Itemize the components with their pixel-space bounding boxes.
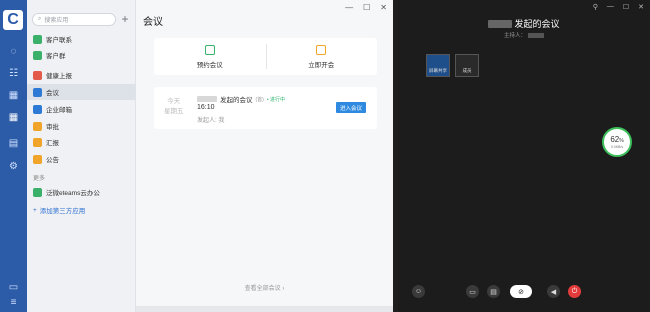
window-controls: — ☐ ✕ xyxy=(345,3,387,12)
sidebar-item-customer-group[interactable]: 客户群 xyxy=(27,47,135,63)
meeting-window-controls: ⚲ — ☐ ✕ xyxy=(593,3,644,11)
close-icon[interactable]: ✕ xyxy=(638,3,644,11)
meeting-status: • 进行中 xyxy=(266,96,285,103)
docs-icon[interactable]: ▤ xyxy=(7,137,20,150)
schedule-meeting-button[interactable]: 预约会议 xyxy=(154,38,266,75)
app-logo[interactable]: C xyxy=(3,10,23,30)
note-icon[interactable]: ▭ xyxy=(7,281,20,294)
sidebar-item-mail[interactable]: 企业邮箱 xyxy=(27,101,135,117)
start-meeting-button[interactable]: 立即开会 xyxy=(265,38,378,75)
meeting-card[interactable]: 今天 星期五 发起的会议 (首) • 进行中 16:10 发起人: 我 进入会议 xyxy=(154,87,377,129)
meeting-window: ⚲ — ☐ ✕ 发起的会议 主持人： 屏幕共享 成员 62% 0.0KB/s ☺… xyxy=(398,0,650,312)
close-icon[interactable]: ✕ xyxy=(380,3,387,12)
redacted-host xyxy=(528,32,544,38)
workbench-icon[interactable]: ▦ xyxy=(7,111,20,124)
minimize-icon[interactable]: — xyxy=(607,3,614,11)
meeting-time: 16:10 xyxy=(197,104,215,111)
minimize-icon[interactable]: — xyxy=(345,3,353,12)
app-sidebar: ⌕ 搜索应用 + 客户联系 客户群 健康上报 会议 企业邮箱 审批 汇报 公告 … xyxy=(27,0,136,312)
plus-icon: + xyxy=(33,206,37,214)
member-thumbnail[interactable]: 成员 xyxy=(455,54,479,77)
meeting-icon xyxy=(33,87,42,97)
sidebar-item-approval[interactable]: 审批 xyxy=(27,118,135,134)
customer-group-icon xyxy=(33,50,42,60)
start-meeting-icon xyxy=(316,44,327,55)
meeting-actions-card: 预约会议 立即开会 xyxy=(154,38,377,75)
meeting-host-line: 主持人： xyxy=(398,31,650,39)
customer-contact-icon xyxy=(33,34,42,44)
chat-icon[interactable]: ◌ xyxy=(7,45,20,58)
meeting-toolbar: ☺ ▭ ▤ ⊘ ◀ ⏻ xyxy=(398,285,650,299)
sidebar-item-eteams[interactable]: 泛微eteams云办公 xyxy=(27,184,135,200)
screen-share-icon[interactable]: ▭ xyxy=(466,285,479,298)
search-icon: ⌕ xyxy=(38,16,42,22)
horizontal-scrollbar[interactable] xyxy=(136,306,393,312)
sidebar-item-announcement[interactable]: 公告 xyxy=(27,151,135,167)
add-button[interactable]: + xyxy=(119,13,131,26)
add-third-party-app-link[interactable]: + 添加第三方应用 xyxy=(33,205,85,216)
maximize-icon[interactable]: ☐ xyxy=(623,3,629,11)
sidebar-item-report[interactable]: 汇报 xyxy=(27,134,135,150)
join-meeting-button[interactable]: 进入会议 xyxy=(336,102,366,113)
meeting-title-row: 发起的会议 (首) • 进行中 xyxy=(197,94,285,104)
sidebar-item-meeting[interactable]: 会议 xyxy=(27,84,135,100)
mail-icon xyxy=(33,104,42,114)
search-placeholder: 搜索应用 xyxy=(44,18,69,24)
meeting-date: 今天 星期五 xyxy=(164,98,184,115)
redacted-name xyxy=(197,96,217,102)
camera-off-icon[interactable]: ⊘ xyxy=(510,285,532,298)
speaker-icon[interactable]: ◀ xyxy=(547,285,560,298)
screen-share-thumbnail[interactable]: 屏幕共享 xyxy=(426,54,450,77)
sidebar-item-health-report[interactable]: 健康上报 xyxy=(27,67,135,83)
schedule-icon xyxy=(204,44,215,55)
main-content: — ☐ ✕ 会议 预约会议 立即开会 今天 星期五 发起的会议 (首) • 进行… xyxy=(136,0,393,312)
settings-icon[interactable]: ⚙ xyxy=(7,160,20,173)
eteams-icon xyxy=(33,187,42,197)
calendar-icon[interactable]: ▦ xyxy=(7,89,20,102)
announcement-icon xyxy=(33,154,42,164)
redacted-name xyxy=(488,19,513,28)
power-icon[interactable]: ⏻ xyxy=(568,285,581,298)
menu-icon[interactable]: ≡ xyxy=(7,296,20,309)
meeting-window-title: 发起的会议 xyxy=(398,17,650,30)
report-icon xyxy=(33,137,42,147)
sidebar-item-customer-contact[interactable]: 客户联系 xyxy=(27,31,135,47)
search-input[interactable]: ⌕ 搜索应用 xyxy=(32,13,116,26)
meeting-title: 发起的会议 xyxy=(220,97,253,104)
left-rail: C ◌ ☷ ▦ ▦ ▤ ⚙ ▭ ≡ xyxy=(0,0,27,312)
health-report-icon xyxy=(33,70,42,80)
maximize-icon[interactable]: ☐ xyxy=(363,3,370,12)
approval-icon xyxy=(33,121,42,131)
network-gauge: 62% 0.0KB/s xyxy=(602,127,632,157)
section-more-label: 更多 xyxy=(33,176,46,182)
participants-icon[interactable]: ☺ xyxy=(412,285,425,298)
meeting-host: 发起人: 我 xyxy=(197,118,225,124)
page-title: 会议 xyxy=(143,17,163,28)
contacts-icon[interactable]: ☷ xyxy=(7,67,20,80)
view-all-meetings-link[interactable]: 查看全部会议 › xyxy=(136,283,393,292)
pin-icon[interactable]: ⚲ xyxy=(593,3,598,11)
folder-icon[interactable]: ▤ xyxy=(487,285,500,298)
meeting-tag: (首) xyxy=(255,96,264,103)
